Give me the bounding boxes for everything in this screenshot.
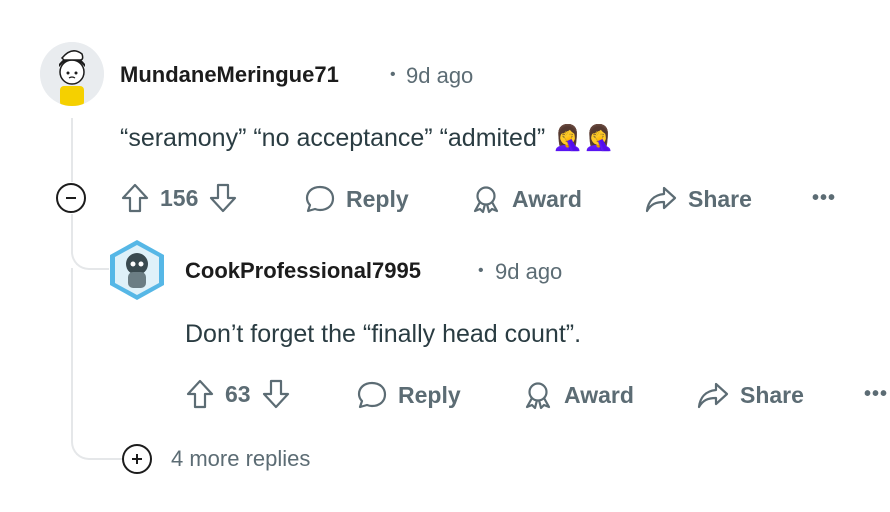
- share-button[interactable]: Share: [644, 184, 752, 214]
- speech-bubble-icon: [305, 185, 335, 213]
- upvote-icon[interactable]: [185, 378, 215, 410]
- plus-icon: [132, 454, 142, 464]
- comment-body: “seramony” “no acceptance” “admited” 🤦‍♀…: [120, 124, 615, 152]
- reply-more-options-button[interactable]: •••: [864, 383, 888, 406]
- vote-controls: 156: [120, 182, 238, 214]
- award-label: Award: [512, 185, 582, 212]
- vote-count: 156: [160, 184, 199, 211]
- more-options-button[interactable]: •••: [812, 187, 836, 210]
- award-label: Award: [564, 381, 634, 408]
- downvote-icon[interactable]: [261, 378, 291, 410]
- reply-label: Reply: [398, 381, 461, 408]
- thread-curve-more: [71, 420, 123, 460]
- reply-avatar[interactable]: [108, 238, 166, 302]
- award-ribbon-icon: [473, 186, 499, 214]
- award-ribbon-icon: [525, 382, 551, 410]
- downvote-icon[interactable]: [208, 182, 238, 214]
- hexagon-avatar-icon: [110, 240, 164, 300]
- reply-username[interactable]: CookProfessional7995: [185, 258, 421, 284]
- avatar[interactable]: [40, 42, 104, 106]
- user-avatar-icon: [40, 42, 104, 106]
- upvote-icon[interactable]: [120, 182, 150, 214]
- reply-timestamp[interactable]: 9d ago: [495, 259, 562, 285]
- share-label: Share: [740, 381, 804, 408]
- share-label: Share: [688, 185, 752, 212]
- minus-icon: [66, 197, 76, 199]
- reply-vote-controls: 63: [185, 378, 291, 410]
- more-replies-link[interactable]: 4 more replies: [171, 446, 310, 472]
- reply-button[interactable]: Reply: [304, 184, 409, 214]
- share-arrow-icon: [697, 382, 729, 409]
- reply-reply-button[interactable]: Reply: [356, 380, 461, 410]
- share-arrow-icon: [645, 186, 677, 213]
- speech-bubble-icon: [357, 381, 387, 409]
- vote-count: 63: [225, 380, 251, 407]
- collapse-thread-button[interactable]: [56, 183, 86, 213]
- thread-curve-reply: [71, 228, 109, 270]
- thread-line-long: [71, 268, 73, 428]
- expand-replies-button[interactable]: [122, 444, 152, 474]
- reply-body: Don’t forget the “finally head count”.: [185, 320, 582, 348]
- comment-timestamp[interactable]: 9d ago: [406, 63, 473, 89]
- award-button[interactable]: Award: [470, 184, 582, 214]
- reply-share-button[interactable]: Share: [696, 380, 804, 410]
- reply-label: Reply: [346, 185, 409, 212]
- thread-line-main: [71, 118, 73, 182]
- comment-username[interactable]: MundaneMeringue71: [120, 62, 339, 88]
- reply-award-button[interactable]: Award: [522, 380, 634, 410]
- meta-separator: •: [478, 262, 484, 279]
- meta-separator: •: [390, 66, 396, 83]
